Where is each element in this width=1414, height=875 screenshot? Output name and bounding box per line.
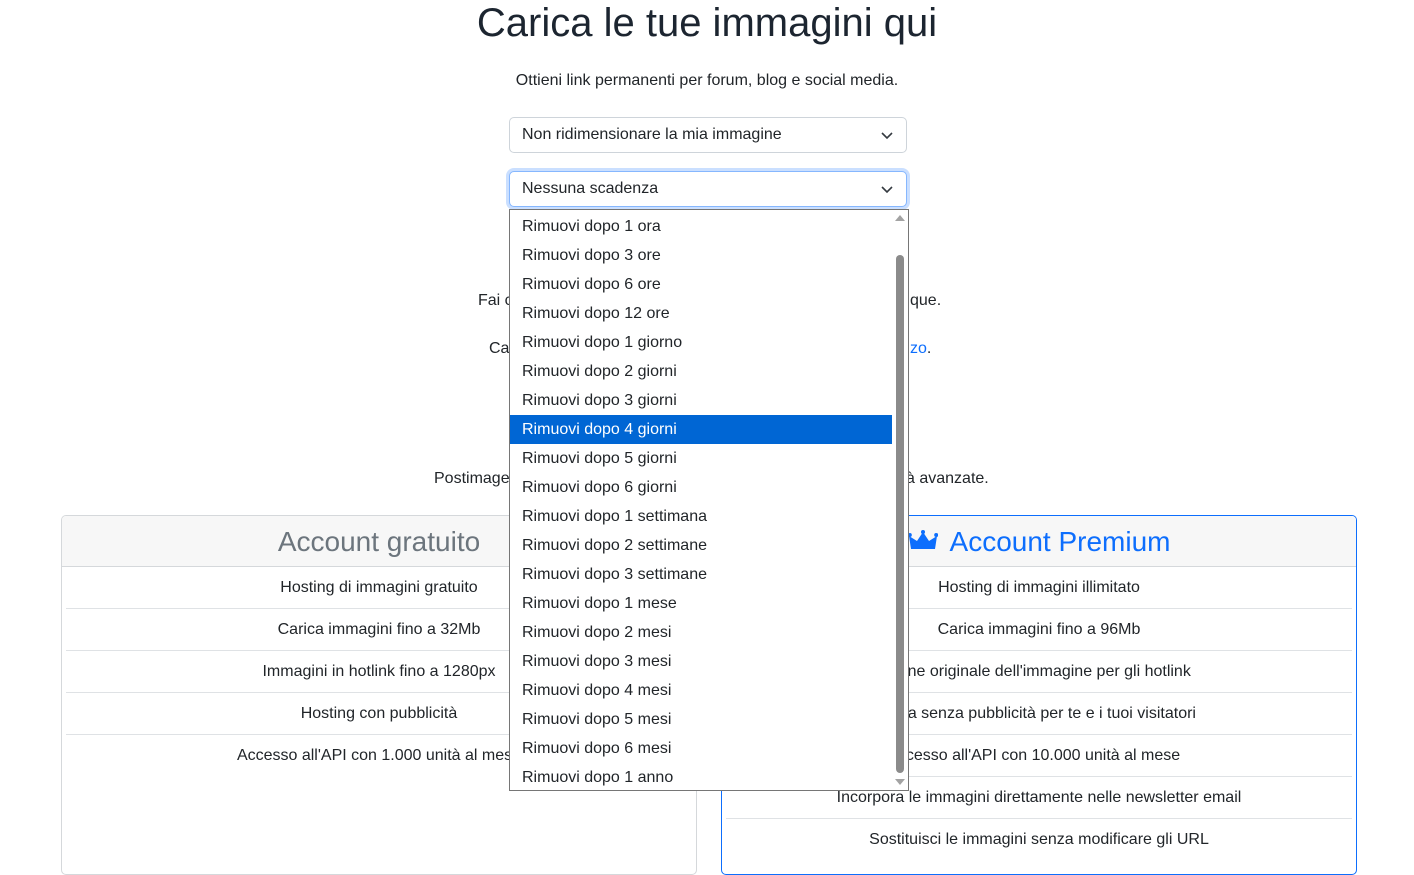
- upload-text-start: Ca: [489, 340, 510, 357]
- page-subtitle: Ottieni link permanenti per forum, blog …: [515, 72, 899, 89]
- upload-link[interactable]: zo: [910, 340, 927, 357]
- resize-select-value: Non ridimensionare la mia immagine: [522, 126, 782, 143]
- page-title: Carica le tue immagini qui: [476, 1, 938, 45]
- expiry-option[interactable]: Rimuovi dopo 3 giorni: [510, 386, 893, 415]
- expiry-option[interactable]: Rimuovi dopo 2 mesi: [510, 618, 893, 647]
- premium-account-title: Account Premium: [949, 526, 1171, 557]
- expiry-option[interactable]: Rimuovi dopo 1 settimana: [510, 502, 893, 531]
- chevron-down-icon: [881, 132, 893, 140]
- instructions-text-end: que.: [910, 292, 942, 309]
- expiry-option[interactable]: Rimuovi dopo 5 mesi: [510, 705, 893, 734]
- expiry-option[interactable]: Rimuovi dopo 6 mesi: [510, 734, 893, 763]
- expiry-dropdown-list[interactable]: Rimuovi dopo 1 ora Rimuovi dopo 3 ore Ri…: [509, 209, 909, 791]
- expiry-option[interactable]: Rimuovi dopo 2 giorni: [510, 357, 893, 386]
- expiry-option[interactable]: Rimuovi dopo 5 giorni: [510, 444, 893, 473]
- expiry-option[interactable]: Rimuovi dopo 6 ore: [510, 270, 893, 299]
- resize-select[interactable]: Non ridimensionare la mia immagine: [509, 117, 907, 153]
- expiry-option[interactable]: Rimuovi dopo 12 ore: [510, 299, 893, 328]
- feature-item: Sostituisci le immagini senza modificare…: [869, 831, 1209, 848]
- dropdown-scrollbar[interactable]: [892, 210, 908, 790]
- expiry-option-highlighted[interactable]: Rimuovi dopo 4 giorni: [510, 415, 893, 444]
- expiry-option[interactable]: Rimuovi dopo 2 settimane: [510, 531, 893, 560]
- expiry-select-value: Nessuna scadenza: [522, 180, 659, 197]
- upload-text-end: zo.: [910, 340, 932, 357]
- features-text-start: Postimages: [434, 470, 518, 487]
- features-text-end: à avanzate.: [906, 470, 989, 487]
- expiry-option[interactable]: Rimuovi dopo 1 mese: [510, 589, 893, 618]
- expiry-option[interactable]: Rimuovi dopo 3 ore: [510, 241, 893, 270]
- scroll-down-arrow-icon[interactable]: [895, 779, 905, 785]
- expiry-option[interactable]: Rimuovi dopo 3 settimane: [510, 560, 893, 589]
- scroll-up-arrow-icon[interactable]: [895, 215, 905, 221]
- expiry-option[interactable]: Rimuovi dopo 1 anno: [510, 763, 893, 790]
- instructions-text-start: Fai c: [478, 292, 513, 309]
- expiry-select[interactable]: Nessuna scadenza: [509, 171, 907, 207]
- chevron-down-icon: [881, 186, 893, 194]
- expiry-option[interactable]: Rimuovi dopo 1 ora: [510, 212, 893, 241]
- crown-icon: [907, 529, 938, 549]
- expiry-option[interactable]: Rimuovi dopo 6 giorni: [510, 473, 893, 502]
- expiry-option[interactable]: Rimuovi dopo 3 mesi: [510, 647, 893, 676]
- scrollbar-thumb[interactable]: [896, 255, 904, 773]
- expiry-option[interactable]: Rimuovi dopo 4 mesi: [510, 676, 893, 705]
- expiry-option[interactable]: Rimuovi dopo 1 giorno: [510, 328, 893, 357]
